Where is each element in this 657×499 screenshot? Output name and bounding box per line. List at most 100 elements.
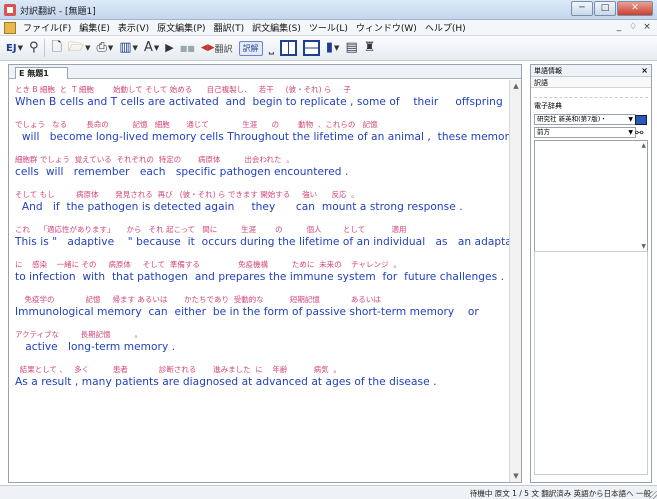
- translate-button[interactable]: ◀▶ 翻訳: [201, 39, 233, 57]
- stop-button[interactable]: ■■: [180, 39, 195, 57]
- sentence-segment[interactable]: 細胞群 でしょう 覚えている それぞれの 特定の 病原体 出会われた 。 cel…: [15, 154, 509, 180]
- user-dictionary-button[interactable]: ▤: [345, 39, 357, 57]
- side-by-side-icon: [279, 40, 297, 56]
- dictionary-select[interactable]: 研究社 新英和(第7版)・ ▼: [534, 114, 636, 125]
- document-tab[interactable]: E 無題1: [15, 67, 68, 79]
- settings-button[interactable]: ♜: [364, 39, 376, 57]
- chevron-down-icon: ▼: [153, 44, 160, 52]
- dictionary-book-icon[interactable]: [635, 115, 647, 125]
- document-menu-icon[interactable]: [4, 21, 16, 34]
- scale-icon: ♜: [363, 40, 376, 55]
- english-source[interactable]: And if the pathogen is detected again th…: [15, 200, 509, 215]
- menu-target-edit[interactable]: 訳文編集(S): [248, 21, 305, 34]
- font-button[interactable]: A ▼: [144, 39, 159, 57]
- language-direction-label: EJ: [6, 42, 17, 54]
- menu-view[interactable]: 表示(V): [114, 21, 153, 34]
- dictionary-select-value: 研究社 新英和(第7版)・: [537, 115, 607, 123]
- japanese-gloss: 細胞群 でしょう 覚えている それぞれの 特定の 病原体 出会われた 。: [15, 155, 294, 164]
- sentence-segment[interactable]: 免疫学の 記憶 帰ます あるいは かたちであり 受動的な 短期記憶 あるいは I…: [15, 294, 509, 320]
- font-icon: A: [143, 40, 153, 55]
- run-translation-button[interactable]: ▶: [165, 39, 173, 57]
- menu-bar: ファイル(F) 編集(E) 表示(V) 原文編集(P) 翻訳(T) 訳文編集(S…: [0, 20, 657, 36]
- dictionary-detail-area[interactable]: [534, 251, 648, 475]
- dictionary-lookup-button[interactable]: ⚲: [29, 39, 39, 57]
- english-source[interactable]: As a result , many patients are diagnose…: [15, 375, 509, 390]
- english-source[interactable]: active long-term memory .: [15, 340, 509, 355]
- toolbar-separator: [44, 39, 46, 57]
- english-source[interactable]: cells will remember each specific pathog…: [15, 165, 509, 180]
- word-info-panel: 単語情報 × 訳語 電子辞典 研究社 新英和(第7版)・ ▼ 前方 ▼ ⚯ ▲ …: [530, 64, 652, 483]
- translation-tab[interactable]: 訳語: [531, 77, 651, 88]
- sentence-segment[interactable]: でしょう なる 長命の 記憶 細胞 通じて 生涯 の 動物 、これらの 記憶 w…: [15, 119, 509, 145]
- scroll-down-icon[interactable]: ▼: [641, 243, 646, 250]
- search-direction-value: 前方: [537, 128, 550, 136]
- document-close-button[interactable]: ×: [641, 22, 653, 32]
- english-source[interactable]: will become long-lived memory cells Thro…: [15, 130, 509, 145]
- menu-translate[interactable]: 翻訳(T): [210, 21, 249, 34]
- sentence-segment[interactable]: これ 「適応性があります」 から それ 起こって 間に 生涯 の 個人 として …: [15, 224, 509, 250]
- japanese-gloss: とき B 細胞 と T 細胞 始動して そして 始める 自己複製し、 若干 (彼…: [15, 85, 351, 94]
- panel-title: 単語情報: [534, 67, 562, 75]
- split-vertical-button[interactable]: [302, 39, 320, 57]
- menu-window[interactable]: ウィンドウ(W): [352, 21, 421, 34]
- sentence-segment[interactable]: アクティブな 長期記憶 。 active long-term memory .: [15, 329, 509, 355]
- chevron-down-icon: ▼: [17, 44, 23, 52]
- book-icon: ▮: [325, 40, 334, 55]
- panel-close-button[interactable]: ×: [641, 66, 648, 75]
- underscore-icon: ⎵: [268, 40, 274, 55]
- status-text: 待機中 原文 1 / 5 文 翻訳済み 英語から日本語へ 一般: [469, 489, 651, 498]
- japanese-gloss: 結果として 、 多く 患者 診断される 進みました に 年齢 病気 。: [15, 365, 341, 374]
- new-document-icon: 🗋: [51, 40, 62, 55]
- document-minimize-button[interactable]: _: [613, 22, 625, 32]
- search-direction-select[interactable]: 前方 ▼: [534, 127, 636, 138]
- japanese-gloss: 免疫学の 記憶 帰ます あるいは かたちであり 受動的な 短期記憶 あるいは: [15, 295, 381, 304]
- document-controls: _ ♢ ×: [613, 22, 653, 32]
- sentence-segment[interactable]: とき B 細胞 と T 細胞 始動して そして 始める 自己複製し、 若干 (彼…: [15, 84, 509, 110]
- chevron-down-icon: ▼: [107, 44, 114, 52]
- binoculars-icon[interactable]: ⚯: [635, 129, 647, 139]
- play-icon: ▶: [165, 41, 174, 54]
- print-button[interactable]: ⎙ ▼: [96, 39, 113, 57]
- sentence-segment[interactable]: に 感染 一緒に その 病原体 そして 準備する 免疫機構 ために 未来の チャ…: [15, 259, 509, 285]
- english-source[interactable]: to infection with that pathogen and prep…: [15, 270, 509, 285]
- menu-edit[interactable]: 編集(E): [75, 21, 114, 34]
- scroll-up-icon[interactable]: ▲: [641, 142, 646, 149]
- japanese-gloss: そして もし 病原体 発見される 再び (彼・それ) ら できます 開始する 強…: [15, 190, 359, 199]
- new-document-button[interactable]: 🗋: [51, 39, 61, 57]
- panel-title-bar: 単語情報 ×: [531, 65, 651, 77]
- maximize-button[interactable]: □: [594, 1, 616, 16]
- vertical-scrollbar[interactable]: ▲ ▼: [509, 80, 521, 482]
- english-source[interactable]: Immunological memory can either be in th…: [15, 305, 509, 320]
- translate-icon: ◀▶: [200, 43, 215, 53]
- menu-tools[interactable]: ツール(L): [305, 21, 352, 34]
- resize-grip-icon[interactable]: [649, 491, 657, 499]
- underline-button[interactable]: ⎵: [269, 39, 274, 57]
- japanese-gloss: これ 「適応性があります」 から それ 起こって 間に 生涯 の 個人 として …: [15, 225, 407, 234]
- minimize-button[interactable]: ─: [571, 1, 593, 16]
- menu-file[interactable]: ファイル(F): [19, 21, 75, 34]
- translate-label: 翻訳: [214, 44, 233, 55]
- chevron-down-icon: ▼: [628, 116, 633, 123]
- scroll-up-icon[interactable]: ▲: [512, 82, 520, 90]
- document-pane: E 無題1 とき B 細胞 と T 細胞 始動して そして 始める 自己複製し、…: [8, 64, 522, 483]
- window-title: 対訳翻訳 - [無題1]: [20, 7, 96, 17]
- document-restore-button[interactable]: ♢: [627, 22, 639, 32]
- language-direction-button[interactable]: EJ ▼: [6, 39, 23, 57]
- layout-button[interactable]: ▥ ▼: [119, 39, 138, 57]
- open-button[interactable]: 🗁 ▼: [68, 39, 91, 57]
- dictionary-results-box[interactable]: ▲ ▼: [534, 140, 648, 252]
- english-source[interactable]: When B cells and T cells are activated a…: [15, 95, 509, 110]
- sentence-segment[interactable]: 結果として 、 多く 患者 診断される 進みました に 年齢 病気 。 As a…: [15, 364, 509, 390]
- translate-all-button[interactable]: 訳解: [238, 39, 263, 57]
- dictionary-button[interactable]: ▮ ▼: [326, 39, 340, 57]
- stop-icon: ■■: [179, 43, 195, 53]
- sentence-segment[interactable]: そして もし 病原体 発見される 再び (彼・それ) ら できます 開始する 強…: [15, 189, 509, 215]
- english-source[interactable]: This is " adaptive " because it occurs d…: [15, 235, 509, 250]
- menu-help[interactable]: ヘルプ(H): [421, 21, 470, 34]
- translation-content[interactable]: とき B 細胞 と T 細胞 始動して そして 始める 自己複製し、 若干 (彼…: [9, 80, 509, 482]
- scroll-down-icon[interactable]: ▼: [512, 472, 520, 480]
- close-button[interactable]: ✕: [617, 1, 653, 16]
- status-bar: 待機中 原文 1 / 5 文 翻訳済み 英語から日本語へ 一般: [0, 485, 657, 499]
- menu-source-edit[interactable]: 原文編集(P): [153, 21, 209, 34]
- split-horizontal-button[interactable]: [279, 39, 297, 57]
